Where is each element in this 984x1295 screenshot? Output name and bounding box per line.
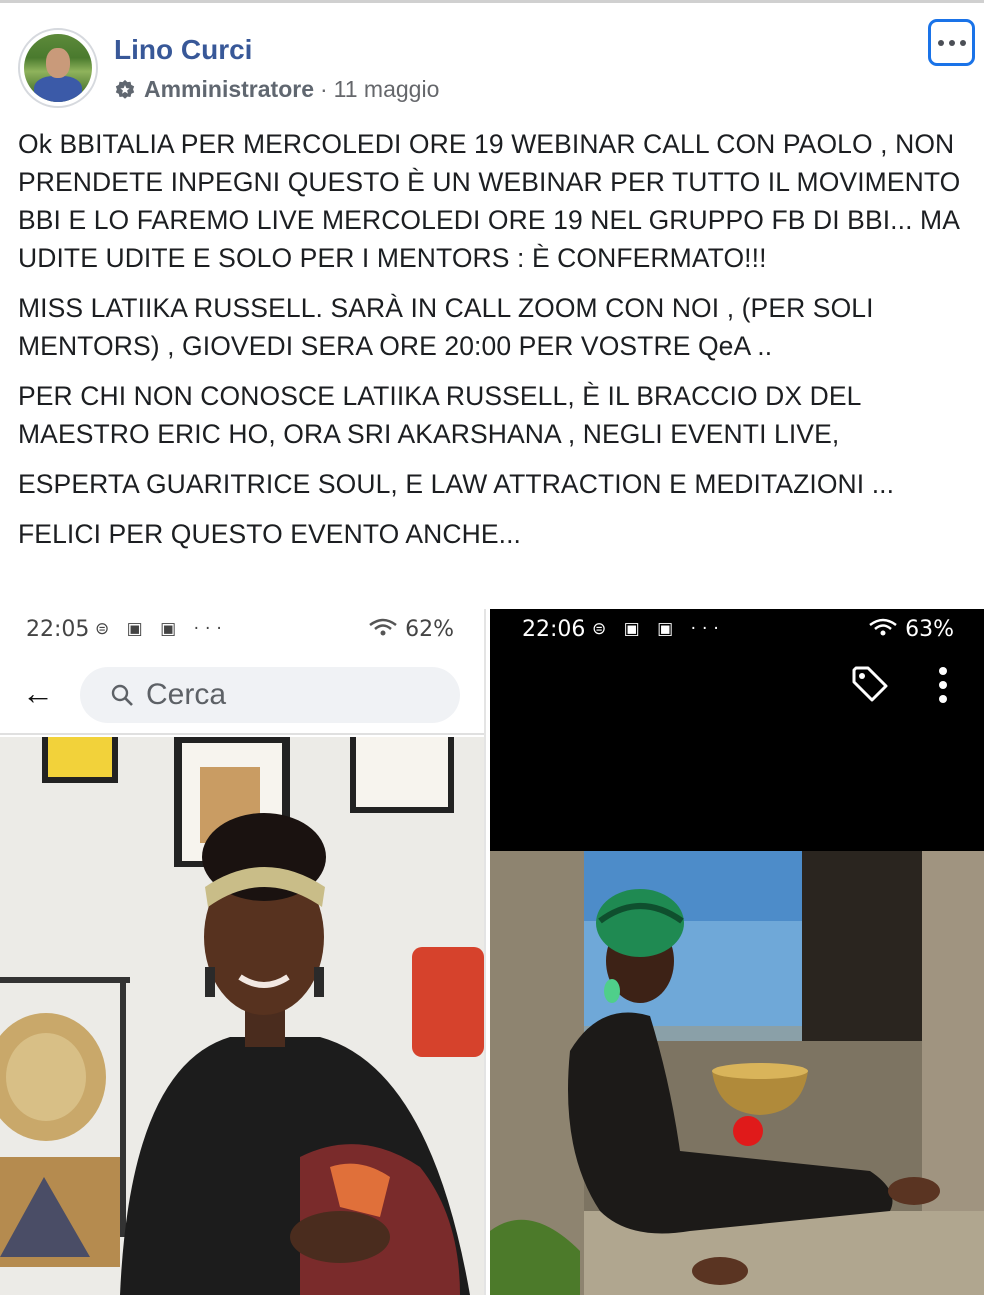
battery-level: 63% — [868, 617, 954, 642]
portrait-scene — [490, 851, 984, 1295]
search-input[interactable]: Cerca — [80, 667, 460, 723]
back-arrow-icon[interactable]: ← — [22, 675, 54, 712]
phone-status-bar: 22:06 ⊜ ▣ ▣ ··· 63% — [490, 609, 984, 649]
post-paragraph: ESPERTA GUARITRICE SOUL, E LAW ATTRACTIO… — [18, 469, 895, 499]
search-icon — [111, 684, 133, 706]
ellipsis-icon — [937, 39, 944, 46]
status-icons: ⊜ ▣ ▣ ··· — [592, 619, 725, 639]
gallery-toolbar — [490, 649, 984, 851]
meta-separator: · — [319, 76, 328, 102]
wifi-icon — [369, 618, 397, 636]
post-paragraph: PER CHI NON CONOSCE LATIIKA RUSSELL, È I… — [18, 381, 861, 449]
post-paragraph: FELICI PER QUESTO EVENTO ANCHE... — [18, 519, 521, 549]
wifi-icon — [869, 618, 897, 636]
post-date-link[interactable]: 11 maggio — [334, 76, 440, 103]
author-role: Amministratore — [144, 76, 314, 102]
video-call-frame — [0, 737, 484, 1295]
post-paragraph: MISS LATIIKA RUSSELL. SARÀ IN CALL ZOOM … — [18, 293, 874, 361]
search-bar-row: ← Cerca — [0, 657, 484, 735]
top-divider — [0, 0, 984, 3]
avatar-photo — [24, 34, 92, 102]
more-vert-icon[interactable] — [938, 667, 948, 703]
post-paragraph: Ok BBITALIA PER MERCOLEDI ORE 19 WEBINAR… — [18, 129, 961, 273]
post-meta: Amministratore · 11 maggio — [114, 76, 439, 103]
phone-status-bar: 22:05 ⊜ ▣ ▣ ··· 62% — [0, 609, 484, 649]
admin-badge-icon — [115, 79, 135, 99]
status-time: 22:05 — [26, 617, 90, 642]
attached-image-left[interactable]: 22:05 ⊜ ▣ ▣ ··· 62% ← Cerca — [0, 609, 486, 1295]
author-name-link[interactable]: Lino Curci — [114, 34, 252, 66]
video-call-scene — [0, 737, 484, 1295]
avatar[interactable] — [18, 28, 98, 108]
status-icons: ⊜ ▣ ▣ ··· — [95, 619, 228, 639]
tag-icon[interactable] — [850, 664, 890, 704]
more-options-button[interactable] — [928, 19, 975, 66]
status-time: 22:06 — [522, 617, 586, 642]
attached-image-right[interactable]: 22:06 ⊜ ▣ ▣ ··· 63% — [490, 609, 984, 1295]
battery-level: 62% — [368, 617, 454, 642]
post-body: Ok BBITALIA PER MERCOLEDI ORE 19 WEBINAR… — [18, 125, 968, 565]
portrait-photo — [490, 851, 984, 1295]
search-placeholder: Cerca — [146, 678, 227, 711]
